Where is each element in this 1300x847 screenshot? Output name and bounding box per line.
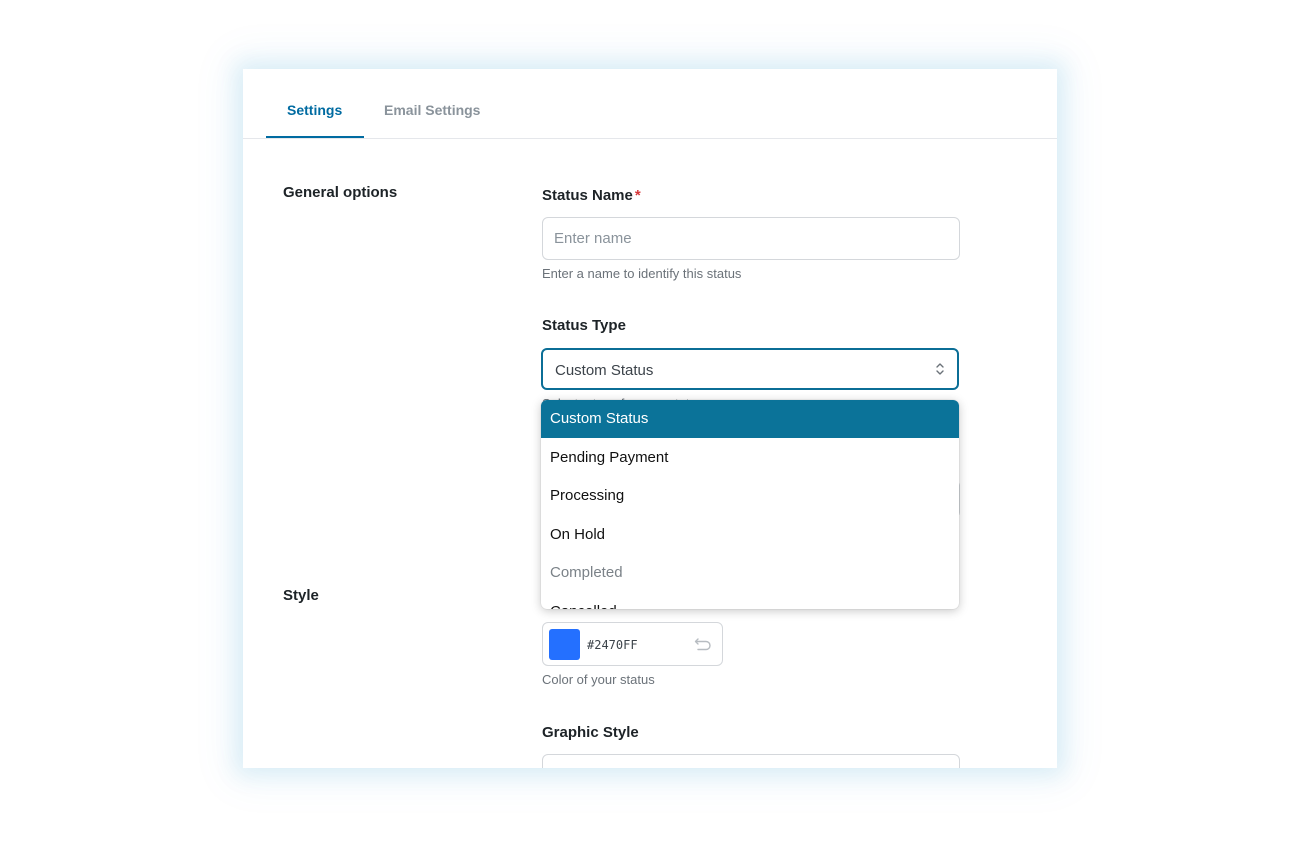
status-name-help: Enter a name to identify this status — [542, 266, 742, 281]
option-cancelled[interactable]: Cancelled — [541, 593, 959, 609]
section-general-options: General options — [283, 184, 398, 201]
option-on-hold[interactable]: On Hold — [541, 516, 959, 554]
graphic-style-label: Graphic Style — [542, 724, 639, 741]
option-pending-payment[interactable]: Pending Payment — [541, 439, 959, 477]
required-indicator: * — [634, 187, 641, 204]
status-type-select[interactable]: Custom Status — [541, 348, 959, 390]
status-type-dropdown: Custom Status Pending Payment Processing… — [541, 400, 959, 609]
select-updown-arrows-icon — [936, 363, 944, 375]
color-help: Color of your status — [542, 672, 655, 687]
graphic-style-select[interactable] — [542, 754, 960, 768]
tab-settings[interactable]: Settings — [287, 102, 342, 118]
active-tab-indicator — [266, 136, 364, 138]
option-completed: Completed — [550, 564, 623, 581]
undo-icon[interactable] — [694, 636, 712, 652]
option-custom-status[interactable]: Custom Status — [541, 400, 959, 438]
status-name-label: Status Name * — [542, 187, 641, 204]
status-name-input[interactable] — [542, 217, 960, 260]
settings-card: Settings Email Settings General options … — [243, 69, 1057, 768]
status-type-selected-value: Custom Status — [555, 362, 654, 379]
section-style: Style — [283, 587, 319, 604]
status-name-label-text: Status Name — [542, 187, 633, 204]
tab-email-settings[interactable]: Email Settings — [384, 102, 480, 118]
status-type-label: Status Type — [542, 317, 626, 334]
option-processing[interactable]: Processing — [541, 477, 959, 515]
tab-bar: Settings Email Settings — [243, 69, 1057, 139]
color-picker[interactable]: #2470FF — [542, 622, 723, 666]
color-swatch[interactable] — [549, 629, 580, 660]
color-hex-value: #2470FF — [587, 638, 638, 652]
